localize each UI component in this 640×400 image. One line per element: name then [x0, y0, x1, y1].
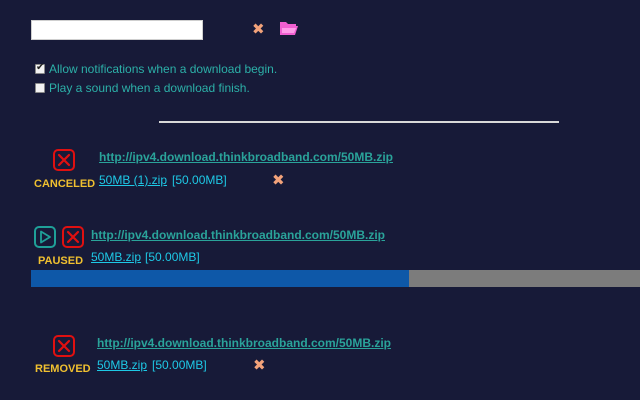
download-directory-input[interactable]: [31, 20, 203, 40]
remove-entry-icon[interactable]: ✖: [253, 357, 266, 373]
notify-option-label: Allow notifications when a download begi…: [49, 62, 278, 76]
cancel-download-button[interactable]: [62, 226, 84, 248]
sound-option-label: Play a sound when a download finish.: [49, 81, 250, 95]
download-progress-bar: [31, 270, 640, 287]
notify-option[interactable]: Allow notifications when a download begi…: [35, 62, 277, 76]
folder-open-icon[interactable]: [279, 20, 299, 40]
download-url-link[interactable]: http://ipv4.download.thinkbroadband.com/…: [91, 228, 385, 242]
download-size: [50.00MB]: [145, 250, 200, 264]
status-badge: CANCELED: [34, 178, 96, 190]
notify-checkbox[interactable]: [35, 62, 45, 74]
status-badge: PAUSED: [38, 255, 84, 267]
divider: [159, 121, 559, 123]
sound-option[interactable]: Play a sound when a download finish.: [35, 81, 250, 95]
status-badge: REMOVED: [35, 363, 91, 375]
download-filename-link[interactable]: 50MB.zip: [97, 358, 147, 372]
remove-entry-icon[interactable]: ✖: [272, 172, 285, 188]
resume-download-button[interactable]: [34, 226, 56, 248]
download-filename-link[interactable]: 50MB (1).zip: [99, 173, 167, 187]
download-progress-fill: [31, 270, 409, 287]
download-size: [50.00MB]: [152, 358, 207, 372]
download-url-link[interactable]: http://ipv4.download.thinkbroadband.com/…: [97, 336, 391, 350]
clear-directory-icon[interactable]: ✖: [252, 21, 265, 37]
download-url-link[interactable]: http://ipv4.download.thinkbroadband.com/…: [99, 150, 393, 164]
download-filename-link[interactable]: 50MB.zip: [91, 250, 141, 264]
download-size: [50.00MB]: [172, 173, 227, 187]
cancel-download-button[interactable]: [53, 149, 75, 171]
sound-checkbox[interactable]: [35, 83, 45, 93]
cancel-download-button[interactable]: [53, 335, 75, 357]
